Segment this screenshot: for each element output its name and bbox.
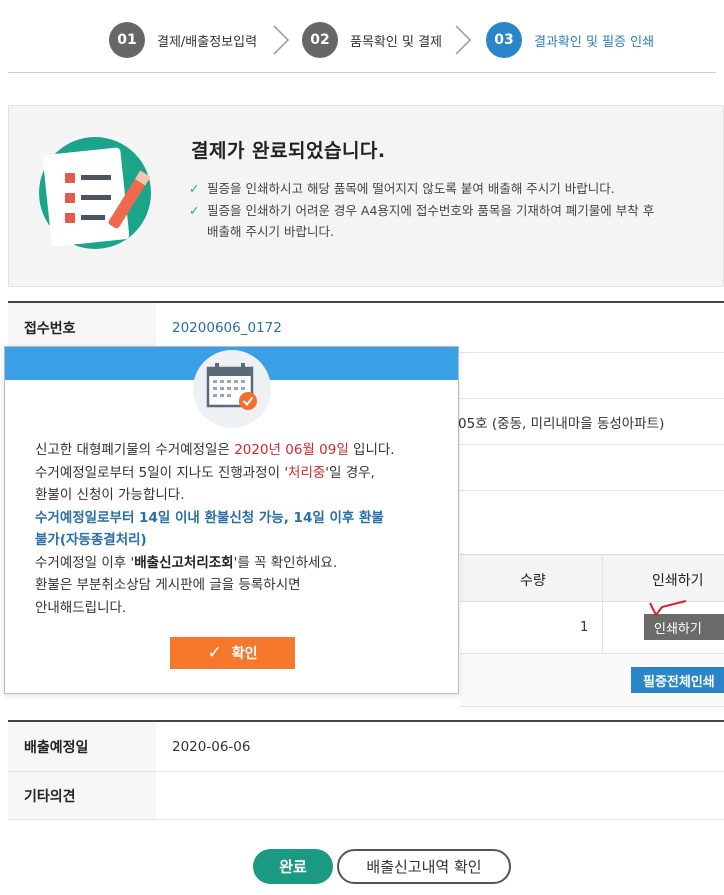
modal-line: 환불이 신청이 가능합니다.	[35, 487, 185, 503]
quantity-value: 1	[580, 620, 589, 635]
status-text: 처리중	[288, 464, 326, 481]
calendar-icon-circle	[193, 350, 271, 428]
note-row: 기타의견	[8, 772, 724, 820]
step-3: 03 결과확인 및 필증 인쇄	[486, 22, 654, 58]
step-3-number: 03	[486, 22, 522, 58]
print-header: 인쇄하기	[652, 573, 704, 589]
modal-text: 입니다.	[348, 442, 395, 458]
modal-line: 환불은 부분취소상담 게시판에 글을 등록하시면	[35, 577, 301, 593]
result-panel: 결제가 완료되었습니다. ✓ 필증을 인쇄하시고 해당 품목에 떨어지지 않도록 …	[8, 105, 724, 287]
collection-date-modal: 신고한 대형폐기물의 수거예정일은 2020년 06월 09일 입니다. 수거예…	[4, 346, 459, 694]
divider	[8, 72, 716, 73]
divider	[602, 554, 603, 654]
disposal-date-value: 2020-06-06	[172, 738, 251, 755]
history-button[interactable]: 배출신고내역 확인	[337, 849, 511, 884]
receipt-label: 접수번호	[8, 303, 156, 352]
step-2: 02 품목확인 및 결제	[302, 22, 442, 58]
red-scribble-mark	[649, 600, 687, 617]
step-1: 01 결제/배출정보입력	[109, 22, 257, 58]
checklist-icon	[39, 137, 151, 249]
modal-message: 신고한 대형폐기물의 수거예정일은 2020년 06월 09일 입니다. 수거예…	[35, 439, 445, 619]
modal-text: 신고한 대형폐기물의 수거예정일은	[35, 442, 235, 458]
refund-policy-line: 불가(자동종결처리)	[35, 532, 147, 548]
modal-line: 수거예정일 이후 '배출신고처리조회'를 꼭 확인하세요.	[35, 552, 445, 575]
confirm-button[interactable]: ✓ 확인	[170, 637, 295, 669]
step-indicator: 01 결제/배출정보입력 02 품목확인 및 결제 03 결과확인 및 필증 인…	[0, 0, 724, 74]
done-button[interactable]: 완료	[253, 849, 333, 884]
calendar-icon	[206, 363, 257, 410]
modal-text: '를 꼭 확인하세요.	[233, 554, 338, 571]
modal-text: '일 경우,	[325, 464, 375, 481]
step-3-label: 결과확인 및 필증 인쇄	[534, 34, 655, 50]
step-1-label: 결제/배출정보입력	[157, 34, 258, 50]
step-2-label: 품목확인 및 결제	[350, 34, 442, 50]
result-notice-2-cont: 배출해 주시기 바랍니다.	[207, 224, 334, 239]
modal-text: 수거예정일 이후 '	[35, 554, 135, 571]
chevron-right-icon	[455, 25, 472, 55]
modal-line: 수거예정일로부터 5일이 지나도 진행과정이 '처리중'일 경우,	[35, 462, 445, 485]
modal-line: 신고한 대형폐기물의 수거예정일은 2020년 06월 09일 입니다.	[35, 439, 445, 462]
result-notice-1: ✓ 필증을 인쇄하시고 해당 품목에 떨어지지 않도록 붙여 배출해 주시기 바랍…	[189, 178, 615, 199]
quantity-header: 수량	[520, 573, 546, 589]
divider	[460, 706, 724, 707]
check-icon: ✓	[189, 203, 200, 218]
step-2-number: 02	[302, 22, 338, 58]
result-title: 결제가 완료되었습니다.	[191, 140, 386, 162]
result-notice-2-text: 필증을 인쇄하기 어려운 경우 A4용지에 접수번호와 품목을 기재하여 폐기물…	[207, 203, 655, 218]
receipt-number: 20200606_0172	[172, 319, 282, 336]
step-1-number: 01	[109, 22, 145, 58]
modal-text: 수거예정일로부터 5일이 지나도 진행과정이 '	[35, 464, 289, 481]
modal-line: 안내해드립니다.	[35, 599, 127, 616]
collection-date: 2020년 06월 09일	[234, 442, 349, 458]
print-all-button[interactable]: 필증전체인쇄	[631, 667, 724, 693]
check-icon: ✓	[189, 181, 200, 196]
disposal-date-label: 배출예정일	[8, 722, 156, 771]
refund-policy-line: 수거예정일로부터 14일 이내 환불신청 가능, 14일 이후 환불	[35, 509, 384, 526]
address-value: 05호 (중동, 미리내마을 동성아파트)	[458, 416, 665, 432]
chevron-right-icon	[273, 25, 290, 55]
result-notice-1-text: 필증을 인쇄하시고 해당 품목에 떨어지지 않도록 붙여 배출해 주시기 바랍니…	[207, 181, 615, 196]
note-label: 기타의견	[8, 772, 156, 819]
confirm-label: 확인	[231, 646, 258, 662]
menu-reference: 배출신고처리조회	[134, 554, 234, 571]
check-icon: ✓	[207, 643, 222, 663]
disposal-date-row: 배출예정일 2020-06-06	[8, 722, 724, 772]
result-notice-2: ✓ 필증을 인쇄하기 어려운 경우 A4용지에 접수번호와 품목을 기재하여 폐기…	[189, 200, 654, 221]
